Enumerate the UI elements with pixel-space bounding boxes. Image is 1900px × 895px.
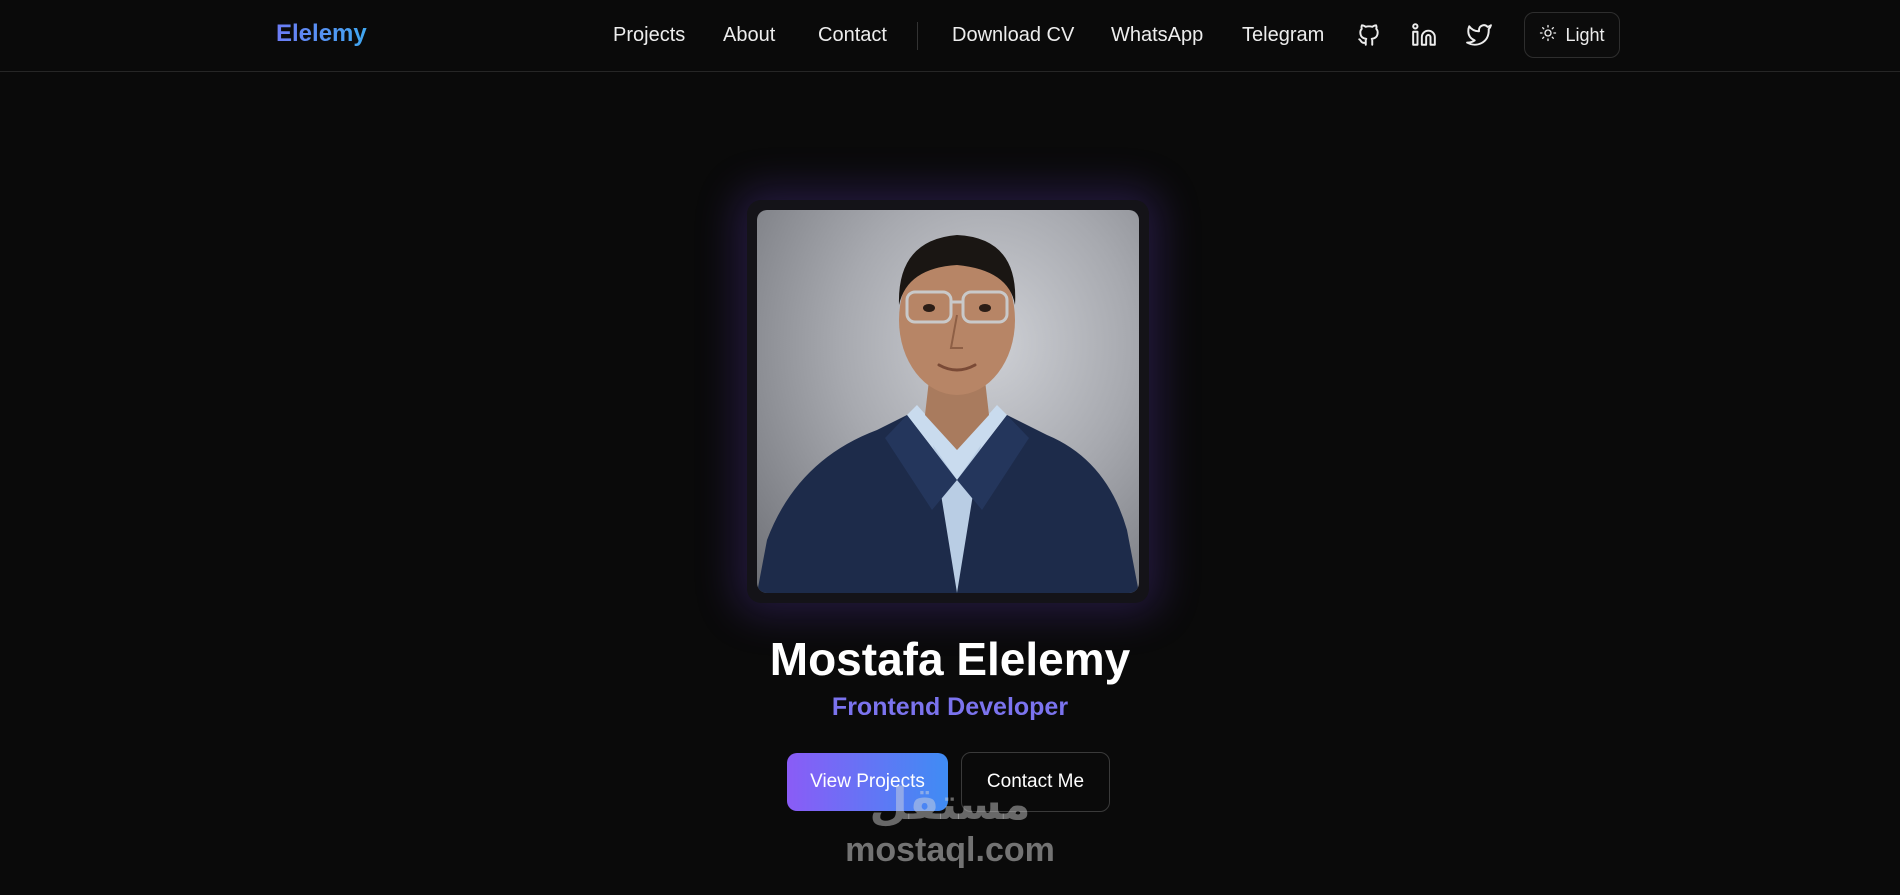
nav-link-projects[interactable]: Projects bbox=[613, 24, 685, 47]
contact-me-button[interactable]: Contact Me bbox=[961, 752, 1110, 812]
sun-icon bbox=[1539, 24, 1557, 47]
nav-link-whatsapp[interactable]: WhatsApp bbox=[1111, 24, 1203, 47]
nav-link-telegram[interactable]: Telegram bbox=[1242, 24, 1324, 47]
github-icon[interactable] bbox=[1356, 22, 1382, 48]
view-projects-button[interactable]: View Projects bbox=[787, 753, 948, 811]
top-navbar: Elelemy Projects About Contact Download … bbox=[0, 0, 1900, 72]
site-logo[interactable]: Elelemy bbox=[276, 20, 367, 48]
profile-photo-frame bbox=[747, 200, 1149, 603]
watermark-latin-text: mostaql.com bbox=[845, 831, 1055, 869]
theme-toggle-label: Light bbox=[1565, 24, 1605, 45]
profile-photo bbox=[757, 210, 1139, 593]
linkedin-icon[interactable] bbox=[1411, 22, 1437, 48]
twitter-icon[interactable] bbox=[1466, 22, 1492, 48]
nav-link-download-cv[interactable]: Download CV bbox=[952, 24, 1074, 47]
nav-link-contact[interactable]: Contact bbox=[818, 24, 887, 47]
hero-role: Frontend Developer bbox=[831, 693, 1069, 721]
hero-name: Mostafa Elelemy bbox=[769, 633, 1131, 685]
nav-link-about[interactable]: About bbox=[723, 24, 775, 47]
theme-toggle-button[interactable]: Light bbox=[1524, 12, 1620, 58]
nav-divider bbox=[917, 22, 918, 50]
